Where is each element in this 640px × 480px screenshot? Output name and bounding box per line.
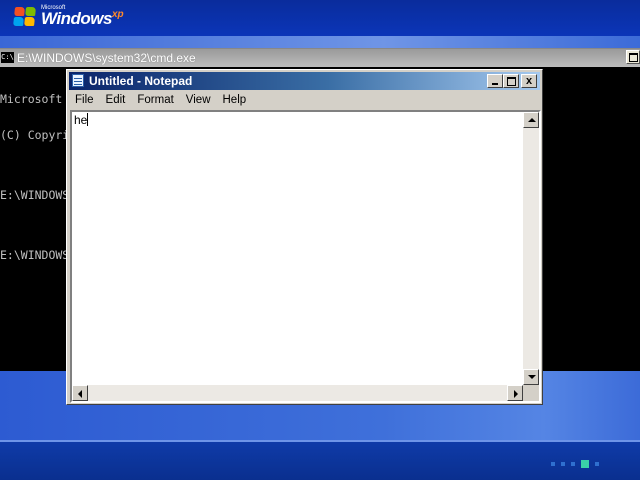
windows-xp-logo: Microsoft Windows xp xyxy=(12,3,132,33)
notepad-window[interactable]: Untitled - Notepad x File Edit Format Vi… xyxy=(66,69,543,405)
scroll-right-button[interactable] xyxy=(507,385,523,401)
menu-format[interactable]: Format xyxy=(131,91,179,109)
notepad-text-area[interactable]: he xyxy=(70,110,541,403)
setup-footer-band xyxy=(0,440,640,480)
menu-bar: File Edit Format View Help xyxy=(69,91,540,109)
text-content: he xyxy=(74,113,88,127)
notepad-title: Untitled - Notepad xyxy=(89,74,193,88)
scroll-left-button[interactable] xyxy=(72,385,88,401)
menu-help[interactable]: Help xyxy=(217,91,253,109)
progress-dot xyxy=(571,462,575,466)
cmd-title: E:\WINDOWS\system32\cmd.exe xyxy=(17,51,196,65)
vertical-scrollbar[interactable] xyxy=(523,112,539,385)
progress-dot xyxy=(595,462,599,466)
cmd-maximize-button[interactable] xyxy=(626,50,640,64)
progress-dot xyxy=(581,460,589,468)
progress-dot xyxy=(561,462,565,466)
notepad-app-icon[interactable] xyxy=(72,74,84,87)
scroll-up-button[interactable] xyxy=(523,112,539,128)
arrow-left-icon xyxy=(78,390,82,398)
menu-view[interactable]: View xyxy=(180,91,217,109)
cmd-titlebar[interactable]: C:\ E:\WINDOWS\system32\cmd.exe xyxy=(0,49,640,67)
setup-header-divider xyxy=(0,36,640,48)
logo-product: Windows xyxy=(41,9,112,28)
arrow-up-icon xyxy=(528,118,536,122)
menu-edit[interactable]: Edit xyxy=(100,91,132,109)
arrow-down-icon xyxy=(528,375,536,379)
horizontal-scrollbar[interactable] xyxy=(72,385,523,401)
cmd-window-icon[interactable]: C:\ xyxy=(1,52,14,63)
windows-flag-icon xyxy=(13,7,37,27)
text-caret xyxy=(87,113,89,126)
menu-file[interactable]: File xyxy=(69,91,100,109)
scrollbar-corner xyxy=(523,385,539,401)
setup-progress-indicator xyxy=(551,460,599,468)
close-button[interactable]: x xyxy=(521,74,537,88)
notepad-titlebar[interactable]: Untitled - Notepad x xyxy=(69,72,540,90)
maximize-button[interactable] xyxy=(503,74,519,88)
logo-edition: xp xyxy=(112,9,124,20)
progress-dot xyxy=(551,462,555,466)
text-content-line[interactable]: he xyxy=(74,113,89,127)
scroll-down-button[interactable] xyxy=(523,369,539,385)
minimize-button[interactable] xyxy=(487,74,503,88)
arrow-right-icon xyxy=(514,390,518,398)
